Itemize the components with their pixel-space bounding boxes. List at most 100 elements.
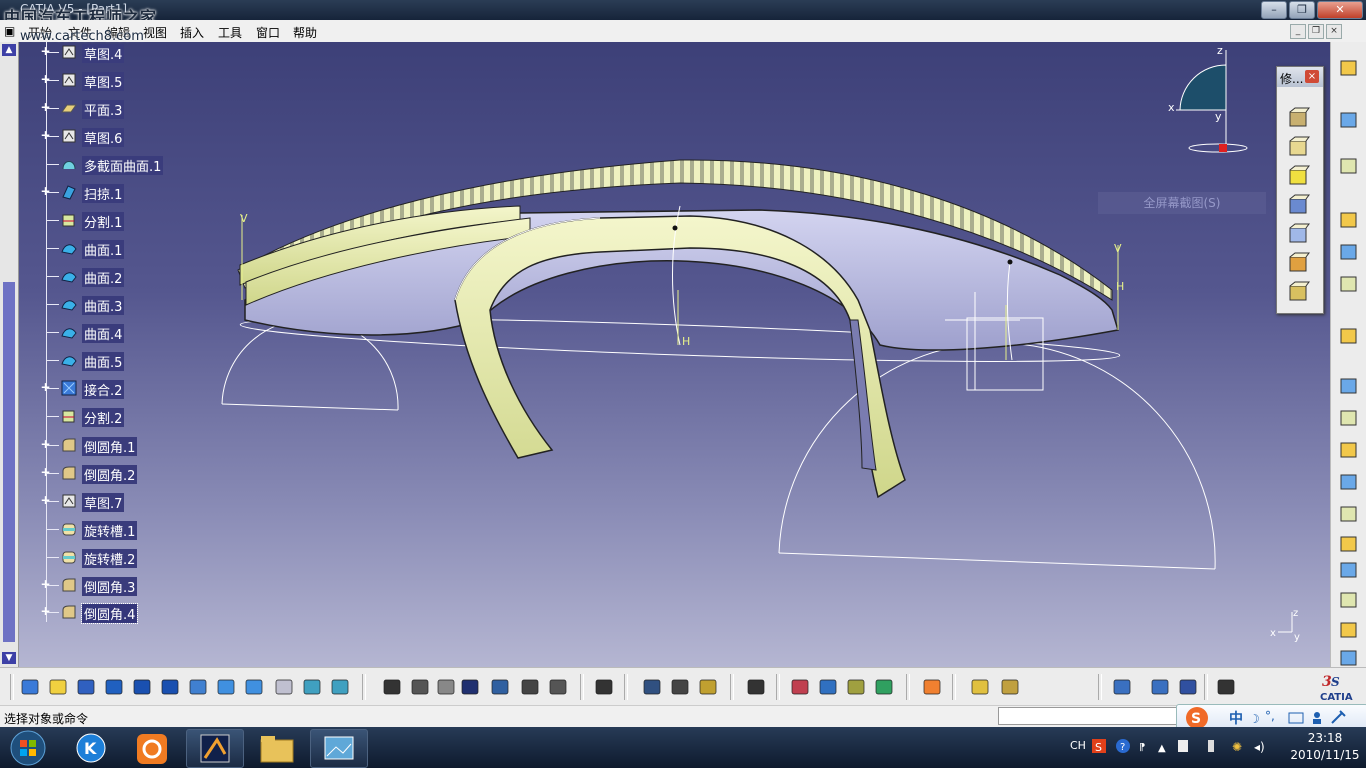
tree-item[interactable]: 分割.2	[38, 406, 228, 428]
knowledge-icon[interactable]	[488, 675, 512, 699]
layer-icon[interactable]	[872, 675, 896, 699]
rotate-icon[interactable]	[102, 675, 126, 699]
axis-tool-icon[interactable]	[1337, 324, 1361, 348]
select-icon[interactable]	[1337, 108, 1361, 132]
floating-toolbar-title[interactable]: 修... ×	[1277, 67, 1323, 87]
pan-icon[interactable]	[74, 675, 98, 699]
multi-view-icon[interactable]	[214, 675, 238, 699]
texture-icon[interactable]	[816, 675, 840, 699]
thickness-surface-icon[interactable]	[1287, 281, 1311, 305]
tree-item[interactable]: 旋转槽.1	[38, 519, 228, 541]
replace-face-icon[interactable]	[1287, 252, 1311, 276]
taskbar-picture-viewer-button[interactable]	[310, 729, 368, 768]
zoom-in-icon[interactable]	[130, 675, 154, 699]
taskbar-ucbrowser-icon[interactable]	[124, 729, 182, 768]
hole-icon[interactable]	[1337, 502, 1361, 526]
line-icon[interactable]	[1337, 240, 1361, 264]
close-button[interactable]: ✕	[1317, 1, 1363, 19]
fly-mode-icon[interactable]	[18, 675, 42, 699]
minimize-button[interactable]: –	[1261, 1, 1287, 19]
tree-item[interactable]: + 倒圆角.1	[38, 435, 228, 457]
clock-date[interactable]: 2010/11/15	[1290, 748, 1360, 762]
sketch-icon[interactable]	[998, 675, 1022, 699]
shell-icon[interactable]	[1287, 136, 1311, 160]
pocket-icon[interactable]	[1337, 406, 1361, 430]
menu-insert[interactable]: 插入	[180, 24, 204, 41]
scrollbar-thumb[interactable]	[3, 282, 15, 642]
tree-item[interactable]: + 倒圆角.2	[38, 463, 228, 485]
menu-window[interactable]: 窗口	[256, 24, 280, 41]
tree-item[interactable]: + 倒圆角.4	[38, 602, 228, 624]
taskbar-kugou-icon[interactable]: K	[62, 729, 120, 768]
3d-viewport[interactable]: H V H V z x y z x y 全屏幕截图(S) ▲ ▼ + 草图.4 …	[0, 42, 1330, 667]
stiffener-icon[interactable]	[1337, 588, 1361, 612]
menu-tools[interactable]: 工具	[218, 24, 242, 41]
tree-item[interactable]: + 草图.5	[38, 70, 228, 92]
remove-face-icon[interactable]	[1287, 223, 1311, 247]
comment-icon[interactable]	[408, 675, 432, 699]
mdi-close-button[interactable]: ×	[1326, 24, 1342, 39]
snap-icon[interactable]	[1214, 675, 1238, 699]
shading-icon[interactable]	[272, 675, 296, 699]
loft-icon[interactable]	[1337, 618, 1361, 642]
tree-item[interactable]: 分割.1	[38, 210, 228, 232]
analysis-icon[interactable]	[1148, 675, 1172, 699]
groove-tool-icon[interactable]	[1337, 470, 1361, 494]
rib-icon[interactable]	[1337, 532, 1361, 556]
clock-time[interactable]: 23:18	[1290, 731, 1360, 745]
taskbar-catia-button[interactable]	[186, 729, 244, 768]
mdi-restore-button[interactable]: ❐	[1308, 24, 1324, 39]
tree-item[interactable]: + 草图.6	[38, 126, 228, 148]
tree-item[interactable]: + 接合.2	[38, 378, 228, 400]
catia-menu-icon[interactable]: ▣	[4, 24, 15, 38]
command-input[interactable]	[998, 707, 1188, 725]
menu-view[interactable]: 视图	[143, 24, 167, 41]
iso-view-icon[interactable]	[242, 675, 266, 699]
scroll-down-arrow[interactable]: ▼	[2, 652, 16, 664]
settings-icon[interactable]	[1337, 56, 1361, 80]
tree-item[interactable]: + 草图.4	[38, 42, 228, 64]
start-orb-icon[interactable]	[8, 729, 48, 767]
inertia-icon[interactable]	[668, 675, 692, 699]
capture-icon[interactable]	[744, 675, 768, 699]
restore-button[interactable]: ❐	[1289, 1, 1315, 19]
tree-item[interactable]: + 扫掠.1	[38, 182, 228, 204]
material-icon[interactable]	[696, 675, 720, 699]
plane-tool-icon[interactable]	[1337, 272, 1361, 296]
zoom-out-icon[interactable]	[158, 675, 182, 699]
tree-item[interactable]: 曲面.4	[38, 322, 228, 344]
pad-icon[interactable]	[1337, 374, 1361, 398]
catalog-icon[interactable]	[518, 675, 542, 699]
tree-scrollbar[interactable]: ▲ ▼	[0, 42, 19, 667]
table-icon[interactable]	[458, 675, 482, 699]
tree-item[interactable]: + 倒圆角.3	[38, 575, 228, 597]
scroll-up-arrow[interactable]: ▲	[2, 44, 16, 56]
swap-space-icon[interactable]	[328, 675, 352, 699]
environment-icon[interactable]	[844, 675, 868, 699]
draft-icon[interactable]	[1287, 107, 1311, 131]
mdi-minimize-button[interactable]: _	[1290, 24, 1306, 39]
menu-help[interactable]: 帮助	[293, 24, 317, 41]
grid-icon[interactable]	[1176, 675, 1200, 699]
formula-icon[interactable]	[380, 675, 404, 699]
point-icon[interactable]	[1337, 208, 1361, 232]
tree-item[interactable]: 曲面.3	[38, 294, 228, 316]
shaft-icon[interactable]	[1337, 438, 1361, 462]
slot-icon[interactable]	[1337, 558, 1361, 582]
paint-icon[interactable]	[920, 675, 944, 699]
measure-icon[interactable]	[640, 675, 664, 699]
reference-icon[interactable]	[434, 675, 458, 699]
plane-icon[interactable]	[1110, 675, 1134, 699]
sketcher-icon[interactable]	[1337, 154, 1361, 178]
tree-item[interactable]: 曲面.1	[38, 238, 228, 260]
hide-show-icon[interactable]	[300, 675, 324, 699]
tree-item[interactable]: 曲面.5	[38, 350, 228, 372]
taskbar-explorer-icon[interactable]	[248, 729, 306, 768]
fit-all-icon[interactable]	[46, 675, 70, 699]
tree-item[interactable]: 曲面.2	[38, 266, 228, 288]
expose-icon[interactable]	[546, 675, 570, 699]
tree-item[interactable]: + 草图.7	[38, 491, 228, 513]
update-icon[interactable]	[592, 675, 616, 699]
tree-item[interactable]: 多截面曲面.1	[38, 154, 228, 176]
tray-language[interactable]: CH	[1070, 739, 1086, 752]
